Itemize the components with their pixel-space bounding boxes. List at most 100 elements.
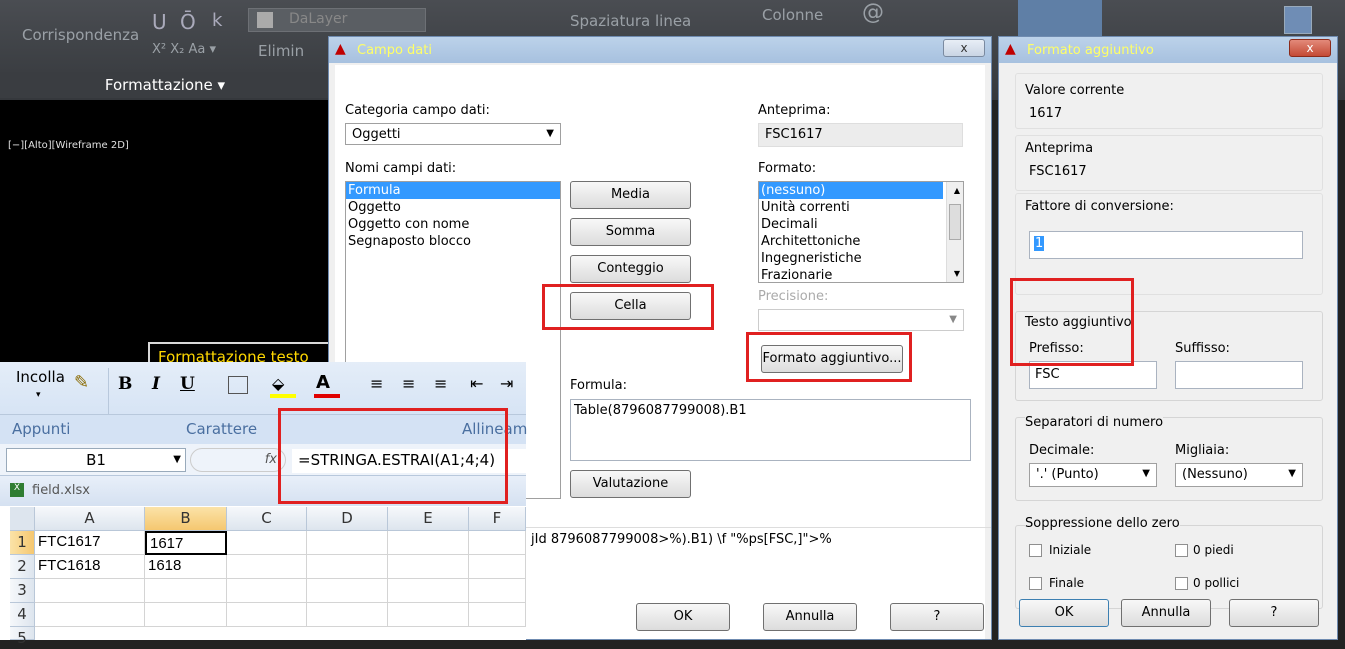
cell[interactable] bbox=[469, 579, 526, 603]
cell[interactable] bbox=[469, 555, 526, 579]
layer-select[interactable]: DaLayer bbox=[248, 8, 426, 32]
column-header[interactable]: E bbox=[388, 507, 469, 531]
elimina-button[interactable]: Elimin bbox=[258, 42, 304, 60]
name-box[interactable]: B1 ▼ bbox=[6, 448, 186, 472]
scrollbar[interactable]: ▲ ▼ bbox=[946, 182, 963, 282]
cell[interactable] bbox=[307, 531, 388, 555]
fx-icon[interactable]: fx bbox=[190, 448, 286, 472]
cell[interactable] bbox=[145, 603, 227, 627]
pollici-checkbox[interactable] bbox=[1175, 577, 1188, 590]
superscript-icon[interactable]: X² X₂ Aa ▾ bbox=[152, 42, 216, 57]
cell[interactable] bbox=[227, 531, 307, 555]
overline-icon[interactable]: Ō bbox=[180, 10, 196, 34]
strike-icon[interactable]: k bbox=[212, 10, 222, 31]
chevron-down-icon[interactable]: ▼ bbox=[173, 449, 181, 471]
cell[interactable] bbox=[469, 531, 526, 555]
help-button[interactable]: ? bbox=[890, 603, 984, 631]
list-item[interactable]: Unità correnti bbox=[759, 199, 963, 216]
list-item[interactable]: Ingegneristiche bbox=[759, 250, 963, 267]
list-item[interactable]: (nessuno) bbox=[759, 182, 943, 199]
underline-icon[interactable]: U bbox=[180, 374, 195, 394]
check-icon[interactable] bbox=[1018, 0, 1102, 40]
formato-list[interactable]: (nessuno) Unità correnti Decimali Archit… bbox=[758, 181, 964, 283]
column-header[interactable]: D bbox=[307, 507, 388, 531]
cell[interactable] bbox=[307, 603, 388, 627]
select-all-corner[interactable] bbox=[10, 507, 35, 531]
row-header[interactable]: 5 bbox=[10, 627, 35, 647]
indent-increase-icon[interactable]: ⇥ bbox=[500, 374, 513, 393]
cell-a1[interactable]: FTC1617 bbox=[35, 531, 145, 555]
conteggio-button[interactable]: Conteggio bbox=[570, 255, 691, 283]
cella-button[interactable]: Cella bbox=[570, 292, 691, 320]
piedi-checkbox[interactable] bbox=[1175, 544, 1188, 557]
font-color-icon[interactable]: A bbox=[316, 372, 330, 393]
column-header[interactable]: F bbox=[469, 507, 526, 531]
ok-button[interactable]: OK bbox=[1019, 599, 1109, 627]
cell[interactable] bbox=[307, 555, 388, 579]
list-item[interactable]: Frazionarie bbox=[759, 267, 963, 284]
row-header[interactable]: 1 bbox=[10, 531, 35, 555]
cell[interactable] bbox=[388, 531, 469, 555]
row-header[interactable]: 3 bbox=[10, 579, 35, 603]
column-header[interactable]: B bbox=[145, 507, 227, 531]
row-header[interactable]: 2 bbox=[10, 555, 35, 579]
align-right-icon[interactable]: ≡ bbox=[434, 374, 447, 393]
list-item[interactable]: Oggetto bbox=[346, 199, 560, 216]
iniziale-checkbox[interactable] bbox=[1029, 544, 1042, 557]
chevron-down-icon[interactable]: ▾ bbox=[36, 390, 41, 400]
italic-icon[interactable]: I bbox=[152, 374, 160, 394]
ok-button[interactable]: OK bbox=[636, 603, 730, 631]
fattore-input[interactable]: 1 bbox=[1029, 231, 1303, 259]
list-item[interactable]: Formula bbox=[346, 182, 560, 199]
valutazione-button[interactable]: Valutazione bbox=[570, 470, 691, 498]
cell[interactable] bbox=[388, 603, 469, 627]
prefisso-input[interactable]: FSC bbox=[1029, 361, 1157, 389]
annulla-button[interactable]: Annulla bbox=[763, 603, 857, 631]
spaziatura-button[interactable]: Spaziatura linea bbox=[570, 12, 691, 30]
format-painter-icon[interactable]: ✎ bbox=[74, 372, 96, 393]
cell-b2[interactable]: 1618 bbox=[145, 555, 227, 579]
cell[interactable] bbox=[35, 579, 145, 603]
migliaia-select[interactable]: (Nessuno) ▼ bbox=[1175, 463, 1303, 487]
colonne-button[interactable]: Colonne bbox=[762, 6, 823, 24]
scroll-thumb[interactable] bbox=[949, 204, 961, 240]
cell[interactable] bbox=[227, 555, 307, 579]
align-center-icon[interactable]: ≡ bbox=[402, 374, 415, 393]
somma-button[interactable]: Somma bbox=[570, 218, 691, 246]
cell[interactable] bbox=[388, 555, 469, 579]
cell[interactable] bbox=[469, 603, 526, 627]
row-header[interactable]: 4 bbox=[10, 603, 35, 627]
cell[interactable] bbox=[227, 603, 307, 627]
cell[interactable] bbox=[35, 603, 145, 627]
formattazione-panel-title[interactable]: Formattazione ▾ bbox=[0, 72, 330, 98]
corrispondenza-button[interactable]: Corrispondenza bbox=[22, 26, 139, 44]
fill-color-icon[interactable]: ⬙ bbox=[272, 374, 284, 393]
underline-icon[interactable]: U bbox=[152, 10, 167, 34]
symbol-icon[interactable]: @ bbox=[862, 0, 884, 25]
media-button[interactable]: Media bbox=[570, 181, 691, 209]
border-icon[interactable] bbox=[228, 376, 248, 394]
column-header[interactable]: C bbox=[227, 507, 307, 531]
cell-b1[interactable]: 1617 bbox=[145, 531, 227, 555]
help-button[interactable]: ? bbox=[1229, 599, 1319, 627]
chevron-up-icon[interactable]: ▲ bbox=[949, 182, 965, 199]
close-editor-icon[interactable] bbox=[1284, 6, 1312, 34]
list-item[interactable]: Oggetto con nome bbox=[346, 216, 560, 233]
formula-input[interactable]: =STRINGA.ESTRAI(A1;4;4) bbox=[292, 449, 526, 473]
list-item[interactable]: Segnaposto blocco bbox=[346, 233, 560, 250]
incolla-button[interactable]: Incolla bbox=[16, 368, 65, 386]
cell[interactable] bbox=[145, 579, 227, 603]
categoria-select[interactable]: Oggetti ▼ bbox=[345, 123, 561, 145]
annulla-button[interactable]: Annulla bbox=[1121, 599, 1211, 627]
close-button[interactable]: x bbox=[1289, 39, 1331, 57]
chevron-down-icon[interactable]: ▼ bbox=[949, 265, 965, 282]
formato-aggiuntivo-button[interactable]: Formato aggiuntivo... bbox=[761, 345, 903, 373]
indent-decrease-icon[interactable]: ⇤ bbox=[470, 374, 483, 393]
close-button[interactable]: x bbox=[943, 39, 985, 57]
cell[interactable] bbox=[227, 579, 307, 603]
column-header[interactable]: A bbox=[35, 507, 145, 531]
precisione-select[interactable]: ▼ bbox=[758, 309, 964, 331]
viewport-label[interactable]: [−][Alto][Wireframe 2D] bbox=[8, 140, 129, 151]
list-item[interactable]: Architettoniche bbox=[759, 233, 963, 250]
suffisso-input[interactable] bbox=[1175, 361, 1303, 389]
